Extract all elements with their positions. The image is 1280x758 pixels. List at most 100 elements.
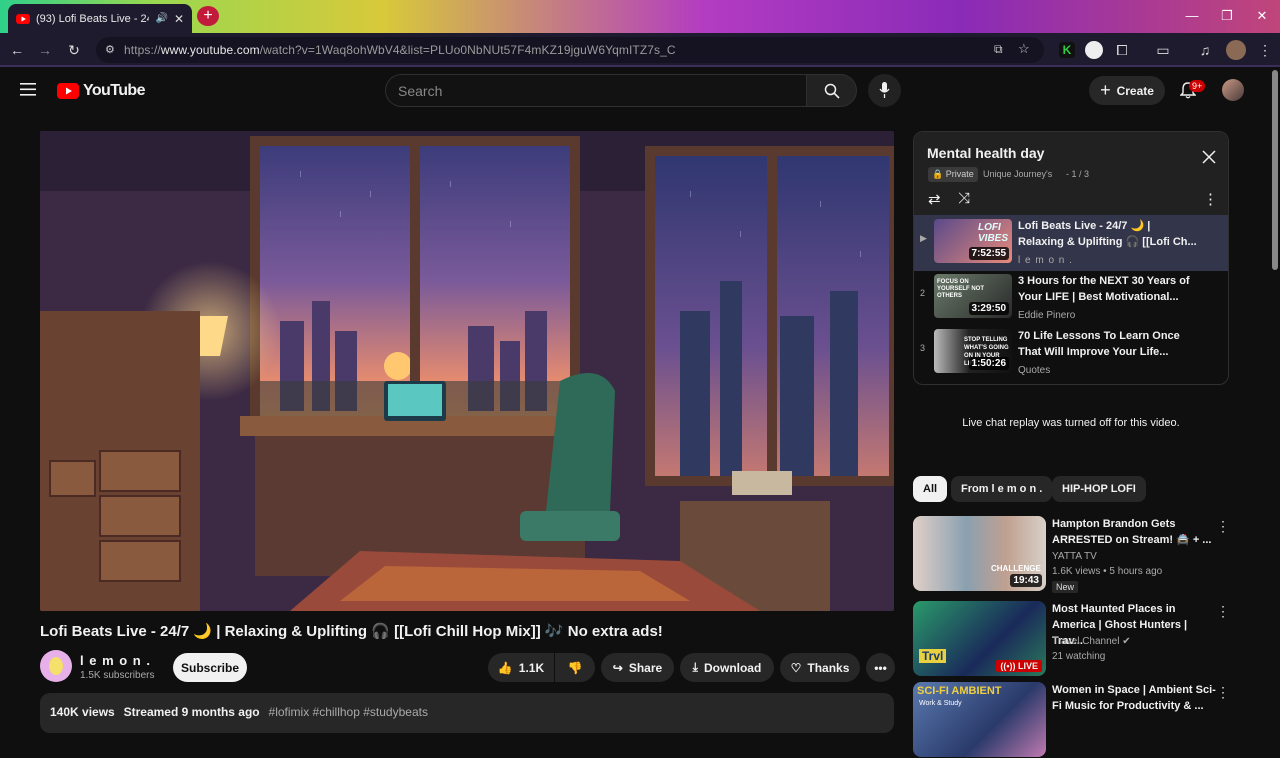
download-button[interactable]: ⤓ Download: [680, 653, 774, 682]
verified-icon: ✔: [1122, 636, 1131, 647]
tab-close-icon[interactable]: ✕: [174, 12, 184, 26]
search-button[interactable]: [806, 74, 857, 107]
channel-avatar[interactable]: [40, 650, 72, 682]
recommendation-item[interactable]: Trvl ((•)) LIVE Most Haunted Places in A…: [913, 601, 1253, 677]
playlist-item-channel: l e m o n .: [1018, 255, 1073, 266]
playlist-item[interactable]: 2 FOCUS ON YOURSELF NOT OTHERS 3:29:50 3…: [914, 270, 1228, 326]
thumbs-down-icon: 👎: [567, 660, 583, 675]
playlist-item[interactable]: 3 STOP TELLING WHAT'S GOING ON IN YOUR L…: [914, 325, 1228, 381]
site-settings-icon[interactable]: ⚙: [105, 43, 115, 56]
stream-date: Streamed 9 months ago: [123, 705, 260, 719]
media-control-icon[interactable]: ♫: [1197, 42, 1213, 58]
browser-menu-icon[interactable]: ⋮: [1257, 42, 1273, 58]
voice-search-button[interactable]: [868, 74, 901, 107]
forward-icon[interactable]: →: [37, 42, 53, 58]
extension-circle-icon[interactable]: [1085, 41, 1103, 59]
like-count: 1.1K: [518, 660, 545, 675]
recommendation-item[interactable]: CHALLENGE 19:43 Hampton Brandon Gets ARR…: [913, 516, 1253, 593]
more-options-icon[interactable]: ⋮: [1216, 518, 1230, 534]
recommendation-title: Hampton Brandon Gets ARRESTED on Stream!…: [1052, 518, 1212, 546]
playlist-item-title: 70 Life Lessons To Learn Once That Will …: [1018, 330, 1180, 358]
hamburger-menu-icon[interactable]: [20, 83, 36, 96]
like-button[interactable]: 👍 1.1K: [488, 653, 554, 682]
hashtags[interactable]: #lofimix #chillhop #studybeats: [269, 705, 428, 719]
thumbnail-text: Trvl: [919, 649, 947, 663]
video-player[interactable]: [40, 131, 894, 611]
playlist-item-channel: Eddie Pinero: [1018, 310, 1076, 321]
tab-title: (93) Lofi Beats Live - 24/7 🌙: [36, 13, 149, 25]
url-path: /watch?v=1Waq8ohWbV4&list=PLUo0NbNUt57F4…: [259, 43, 676, 57]
install-app-icon[interactable]: ⧉: [994, 42, 1003, 57]
search-input[interactable]: [398, 83, 778, 99]
playlist-item[interactable]: ▶ LOFI VIBES 7:52:55 Lofi Beats Live - 2…: [914, 215, 1228, 271]
bookmark-star-icon[interactable]: ☆: [1018, 41, 1030, 57]
playlist-thumbnail: FOCUS ON YOURSELF NOT OTHERS 3:29:50: [934, 274, 1012, 318]
playlist-position: - 1 / 3: [1066, 169, 1090, 179]
subscribe-button[interactable]: Subscribe: [173, 653, 247, 682]
more-options-icon[interactable]: ⋮: [1216, 603, 1230, 619]
description-box[interactable]: 140K views Streamed 9 months ago #lofimi…: [40, 693, 894, 733]
youtube-favicon-icon: [16, 13, 30, 24]
logo-text: YouTube: [83, 82, 145, 99]
cast-icon[interactable]: ▭: [1155, 42, 1171, 58]
extension-k-icon[interactable]: K: [1059, 42, 1075, 58]
dislike-button[interactable]: 👎: [555, 653, 595, 682]
plus-icon: +: [1100, 80, 1111, 100]
address-bar[interactable]: ⚙ https://www.youtube.com/watch?v=1Waq8o…: [96, 37, 1044, 63]
browser-tab[interactable]: (93) Lofi Beats Live - 24/7 🌙 🔊 ✕: [8, 4, 192, 33]
recommendation-channel: YATTA TV: [1052, 551, 1097, 562]
search-icon: [824, 83, 840, 99]
duration-badge: 3:29:50: [968, 302, 1009, 315]
thanks-heart-icon: ♡: [790, 660, 802, 675]
loop-icon[interactable]: ⇄: [928, 190, 941, 208]
create-button[interactable]: + Create: [1089, 76, 1165, 105]
recommendation-channel: Travel Channel ✔: [1052, 636, 1131, 647]
recommendation-title: Women in Space | Ambient Sci-Fi Music fo…: [1052, 684, 1216, 712]
more-options-icon[interactable]: ⋮: [1216, 684, 1230, 700]
page-scrollbar[interactable]: [1272, 70, 1278, 270]
thanks-button[interactable]: ♡ Thanks: [780, 653, 860, 682]
minimize-icon[interactable]: —: [1184, 8, 1200, 24]
live-label: LIVE: [1017, 661, 1038, 671]
lock-icon: 🔒: [932, 169, 944, 179]
audio-icon[interactable]: 🔊: [155, 13, 167, 24]
youtube-logo-icon: [57, 83, 79, 99]
thumbnail-subtext: Work & Study: [919, 700, 962, 707]
share-button[interactable]: ↪ Share: [601, 653, 674, 682]
thanks-label: Thanks: [807, 660, 850, 675]
now-playing-icon: ▶: [920, 233, 927, 243]
thumbnail-text: CHALLENGE: [991, 564, 1041, 573]
profile-avatar[interactable]: [1226, 40, 1246, 60]
maximize-icon[interactable]: ❐: [1219, 8, 1235, 24]
download-label: Download: [703, 660, 762, 675]
search-box[interactable]: [385, 74, 807, 107]
playlist-owner[interactable]: Unique Journey's: [983, 169, 1052, 179]
new-tab-button[interactable]: +: [197, 6, 219, 26]
recommendation-meta: 21 watching: [1052, 651, 1106, 662]
chip-all[interactable]: All: [913, 476, 948, 502]
extensions-puzzle-icon[interactable]: ⧠: [1114, 42, 1130, 58]
view-count: 140K views: [50, 705, 115, 719]
chip-from-channel[interactable]: From l e m o n .: [951, 476, 1053, 502]
recommendation-meta: 1.6K views • 5 hours ago: [1052, 566, 1163, 577]
duration-badge: 1:50:26: [968, 357, 1009, 370]
url-prefix: https://: [124, 43, 161, 57]
share-label: Share: [628, 660, 663, 675]
playlist-menu-icon[interactable]: ⋮: [1203, 190, 1218, 208]
download-icon: ⤓: [692, 660, 698, 674]
close-playlist-icon[interactable]: [1202, 150, 1216, 164]
channel-name[interactable]: l e m o n .: [80, 653, 151, 668]
playlist-panel: Mental health day 🔒 Private Unique Journ…: [913, 131, 1229, 385]
shuffle-icon[interactable]: ⤨: [958, 190, 970, 207]
account-avatar[interactable]: [1222, 79, 1244, 101]
youtube-logo[interactable]: YouTube: [57, 82, 145, 100]
more-actions-icon[interactable]: •••: [866, 653, 895, 682]
playlist-item-title: Lofi Beats Live - 24/7 🌙 | Relaxing & Up…: [1018, 220, 1197, 248]
recommendation-item[interactable]: SCI-FI AMBIENT Work & Study Women in Spa…: [913, 682, 1253, 758]
close-window-icon[interactable]: ✕: [1254, 8, 1270, 24]
video-frame-illustration: [40, 131, 894, 611]
chip-hiphop-lofi[interactable]: HIP-HOP LOFI: [1052, 476, 1146, 502]
playlist-title[interactable]: Mental health day: [927, 145, 1044, 161]
back-icon[interactable]: ←: [9, 42, 25, 58]
reload-icon[interactable]: ↻: [66, 42, 82, 58]
